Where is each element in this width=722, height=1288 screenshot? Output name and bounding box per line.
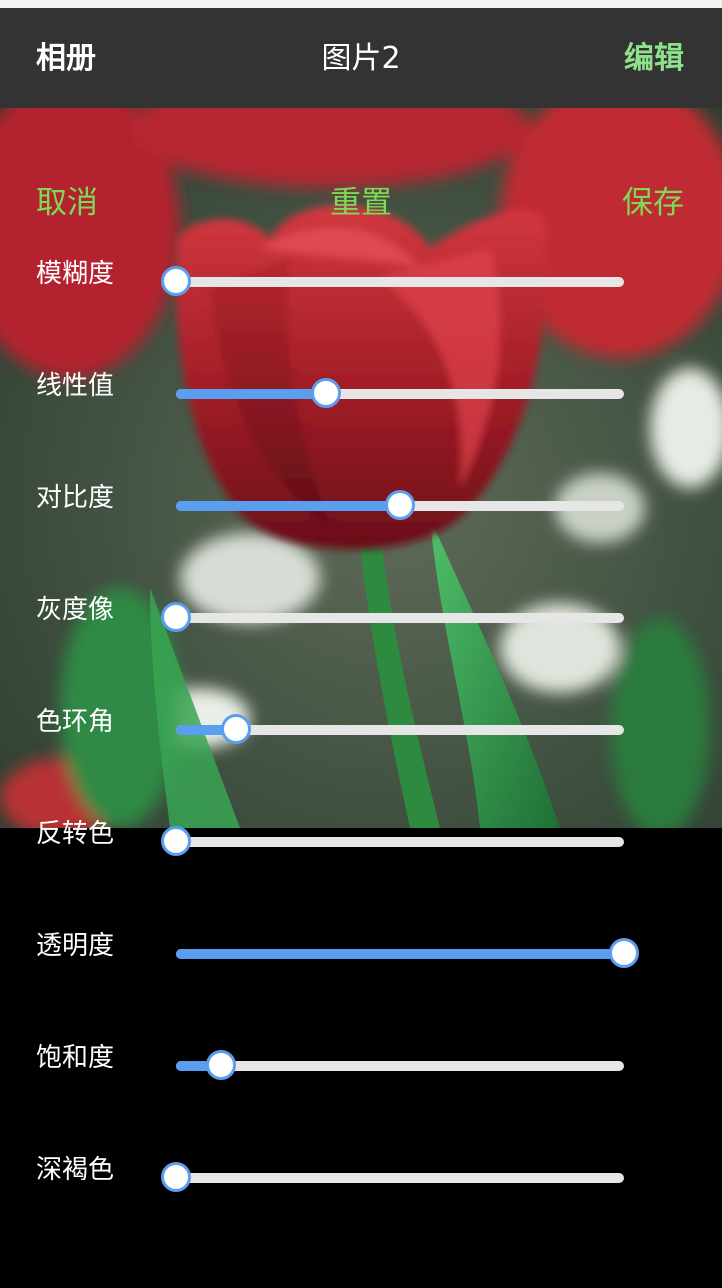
slider-label: 对比度	[36, 483, 115, 513]
slider-row-grayscale: 灰度像	[0, 592, 722, 652]
photo-editor-screen: 相册 图片2 编辑 取消 重置 保存 模糊度 线性值 对比度 灰度像 色环角 反…	[0, 0, 722, 1288]
slider-row-blur: 模糊度	[0, 256, 722, 316]
page-title: 图片2	[321, 41, 401, 76]
slider-label: 反转色	[36, 819, 115, 849]
slider-row-linear: 线性值	[0, 368, 722, 428]
save-button[interactable]: 保存	[622, 182, 684, 224]
slider-row-contrast: 对比度	[0, 480, 722, 540]
slider-thumb[interactable]	[161, 266, 191, 296]
slider-label: 饱和度	[36, 1043, 115, 1073]
slider-thumb[interactable]	[205, 1050, 236, 1080]
slider-label: 透明度	[36, 931, 115, 961]
invert-slider[interactable]	[161, 826, 624, 856]
slider-thumb[interactable]	[221, 714, 252, 744]
slider-row-opacity: 透明度	[0, 928, 722, 988]
slider-label: 线性值	[36, 371, 115, 401]
nav-bar: 相册 图片2 编辑	[0, 8, 722, 108]
opacity-slider[interactable]	[176, 938, 639, 968]
slider-thumb[interactable]	[161, 602, 191, 632]
slider-fill	[176, 389, 327, 399]
grayscale-slider[interactable]	[161, 602, 624, 632]
slider-fill	[176, 501, 400, 511]
reset-button[interactable]: 重置	[0, 182, 722, 224]
slider-row-sepia: 深褐色	[0, 1152, 722, 1212]
slider-thumb[interactable]	[609, 938, 639, 968]
contrast-slider[interactable]	[176, 490, 624, 520]
linear-slider[interactable]	[176, 378, 624, 408]
slider-thumb[interactable]	[385, 490, 415, 520]
slider-row-saturate: 饱和度	[0, 1040, 722, 1100]
edit-button[interactable]: 编辑	[624, 38, 684, 80]
slider-row-invert: 反转色	[0, 816, 722, 876]
blur-slider[interactable]	[161, 266, 624, 296]
slider-row-hue-rotate: 色环角	[0, 704, 722, 764]
saturate-slider[interactable]	[176, 1050, 624, 1080]
slider-thumb[interactable]	[311, 378, 342, 408]
slider-label: 深褐色	[36, 1155, 115, 1185]
slider-thumb[interactable]	[161, 826, 191, 856]
slider-fill	[176, 949, 624, 959]
status-strip	[0, 0, 722, 8]
hue-rotate-slider[interactable]	[176, 714, 624, 744]
slider-thumb[interactable]	[161, 1162, 191, 1192]
slider-label: 色环角	[36, 707, 115, 737]
slider-label: 模糊度	[36, 259, 115, 289]
sepia-slider[interactable]	[161, 1162, 624, 1192]
slider-label: 灰度像	[36, 595, 115, 625]
